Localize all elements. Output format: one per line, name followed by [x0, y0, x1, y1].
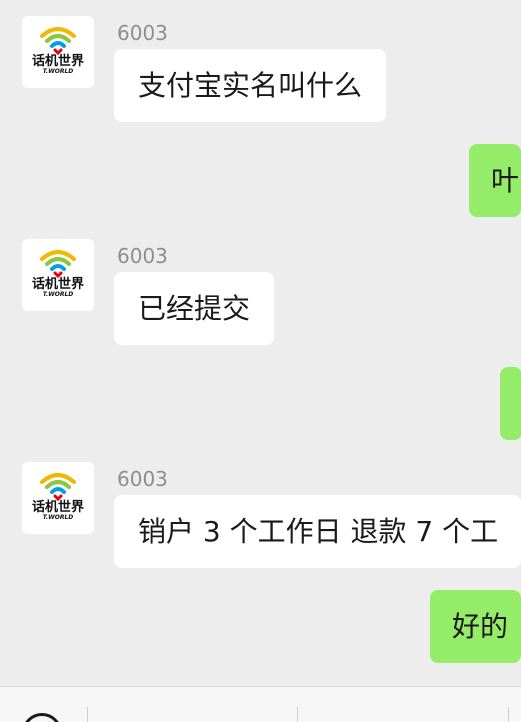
menu-divider — [87, 707, 88, 722]
contact-avatar[interactable]: 话机世界 T.WORLD — [22, 16, 94, 88]
outgoing-message-bubble[interactable]: 叶 — [469, 144, 521, 217]
menu-divider — [297, 707, 298, 722]
contact-avatar[interactable]: 话机世界 T.WORLD — [22, 462, 94, 534]
sender-name: 6003 — [117, 244, 168, 268]
logo-subtext: T.WORLD — [43, 68, 74, 75]
bottom-menu-bar — [0, 686, 521, 722]
logo-text: 话机世界 — [32, 499, 84, 515]
logo-text: 话机世界 — [32, 276, 84, 292]
sender-name: 6003 — [117, 467, 168, 491]
contact-avatar[interactable]: 话机世界 T.WORLD — [22, 239, 94, 311]
tworld-logo-icon: 话机世界 T.WORLD — [32, 473, 84, 521]
message-text: 好的 — [452, 610, 509, 643]
logo-subtext: T.WORLD — [43, 291, 74, 298]
tworld-logo-icon: 话机世界 T.WORLD — [32, 250, 84, 298]
message-text: 叶 — [491, 164, 520, 197]
message-text: 销户 3 个工作日 退款 7 个工 — [138, 515, 499, 548]
incoming-message-bubble[interactable]: 已经提交 — [114, 272, 275, 345]
logo-subtext: T.WORLD — [43, 514, 74, 521]
outgoing-message-bubble[interactable]: 好的 — [430, 590, 521, 663]
message-text: 支付宝实名叫什么 — [138, 69, 363, 102]
outgoing-message-bubble[interactable] — [500, 367, 521, 440]
incoming-message-bubble[interactable]: 支付宝实名叫什么 — [114, 49, 387, 122]
sender-name: 6003 — [117, 21, 168, 45]
incoming-message-bubble[interactable]: 销户 3 个工作日 退款 7 个工 — [114, 495, 521, 568]
message-text: 已经提交 — [138, 292, 251, 325]
logo-text: 话机世界 — [32, 53, 84, 69]
menu-divider — [508, 707, 509, 722]
tworld-logo-icon: 话机世界 T.WORLD — [32, 27, 84, 75]
